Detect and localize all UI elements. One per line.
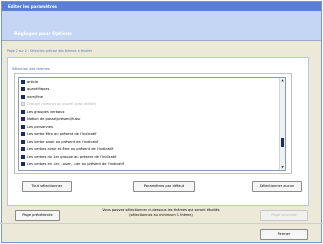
theme-checkbox[interactable] bbox=[21, 109, 25, 114]
scroll-up-icon[interactable]: ▲ bbox=[280, 78, 285, 83]
themes-list[interactable]: article quantifiques nom/fine Groupe nomina… bbox=[18, 77, 286, 171]
info-text: Vous pouvez sélectionner ci-dessous les … bbox=[88, 208, 234, 218]
theme-row[interactable]: Les verbes en -ier, -ouer, -uer au prése… bbox=[21, 161, 277, 169]
theme-checkbox[interactable] bbox=[21, 87, 25, 92]
theme-row[interactable]: Les personnes bbox=[21, 123, 277, 131]
theme-label: Les verbes avoir et être au présent de l… bbox=[27, 147, 114, 152]
theme-checkbox[interactable] bbox=[21, 94, 25, 99]
theme-label: quantifiques bbox=[27, 87, 50, 92]
select-all-button[interactable]: Tout sélectionner bbox=[22, 181, 72, 192]
theme-label: article bbox=[27, 79, 39, 84]
theme-checkbox[interactable] bbox=[21, 154, 25, 159]
theme-row: Groupe nominal au pluriel (pas utilisé) bbox=[21, 101, 277, 109]
theme-label: Les personnes bbox=[27, 124, 53, 129]
theme-checkbox bbox=[21, 102, 25, 107]
theme-row[interactable]: Les verbes avoir et être au présent de l… bbox=[21, 146, 277, 154]
previous-page-button[interactable]: Page précédente bbox=[15, 210, 60, 221]
theme-label: Les verbes en -ier, -ouer, -uer au prése… bbox=[27, 162, 125, 167]
page-subtitle: Page 2 sur 2 : Sélection précise des thè… bbox=[7, 49, 93, 53]
theme-row[interactable]: Les verbe être au présent de l'indicatif bbox=[21, 131, 277, 139]
header-divider bbox=[2, 40, 321, 41]
page-header: Réglages pour Options bbox=[2, 11, 321, 41]
themes-scrollbar[interactable]: ▲ ▼ bbox=[279, 78, 285, 170]
next-page-button[interactable]: Page suivante bbox=[260, 210, 308, 221]
theme-checkbox[interactable] bbox=[21, 79, 25, 84]
theme-label: Les verbe avoir au présent de l'indicati… bbox=[27, 139, 99, 144]
default-settings-button[interactable]: Paramètres par défaut bbox=[133, 181, 195, 192]
theme-row[interactable]: quantifiques bbox=[21, 86, 277, 94]
theme-label: Les verbe être au présent de l'indicatif bbox=[27, 132, 97, 137]
themes-list-rows: article quantifiques nom/fine Groupe nomina… bbox=[21, 78, 277, 168]
theme-label: Notion de passé/présent/futur bbox=[27, 117, 81, 122]
select-none-button[interactable]: Sélectionner aucun bbox=[252, 181, 302, 192]
theme-label: Les verbes du 1er groupe au présent de l… bbox=[27, 154, 117, 159]
window-title: Editer les paramètres bbox=[2, 2, 321, 11]
theme-label: Groupe nominal au pluriel (pas utilisé) bbox=[27, 102, 96, 107]
page-title: Réglages pour Options bbox=[14, 32, 72, 37]
theme-row[interactable]: Les verbes du 1er groupe au présent de l… bbox=[21, 153, 277, 161]
theme-row[interactable]: Notion de passé/présent/futur bbox=[21, 116, 277, 124]
info-line-2: (sélectionnez au minimum 1 thème) bbox=[129, 213, 193, 217]
theme-row[interactable]: Les groupes verbaux bbox=[21, 108, 277, 116]
theme-checkbox[interactable] bbox=[21, 132, 25, 137]
scroll-down-icon[interactable]: ▼ bbox=[280, 165, 285, 170]
theme-label: Les groupes verbaux bbox=[27, 109, 65, 114]
footer-divider bbox=[0, 223, 323, 224]
theme-label: nom/fine bbox=[27, 94, 43, 99]
close-button[interactable]: Fermer bbox=[260, 229, 308, 240]
theme-row[interactable]: nom/fine bbox=[21, 93, 277, 101]
theme-checkbox[interactable] bbox=[21, 162, 25, 167]
scroll-thumb[interactable] bbox=[281, 138, 284, 147]
theme-row[interactable]: article bbox=[21, 78, 277, 86]
theme-checkbox[interactable] bbox=[21, 124, 25, 129]
theme-row[interactable]: Les verbe avoir au présent de l'indicati… bbox=[21, 138, 277, 146]
theme-checkbox[interactable] bbox=[21, 147, 25, 152]
themes-group-label: Sélection des thèmes bbox=[12, 67, 50, 71]
theme-checkbox[interactable] bbox=[21, 117, 25, 122]
theme-checkbox[interactable] bbox=[21, 139, 25, 144]
